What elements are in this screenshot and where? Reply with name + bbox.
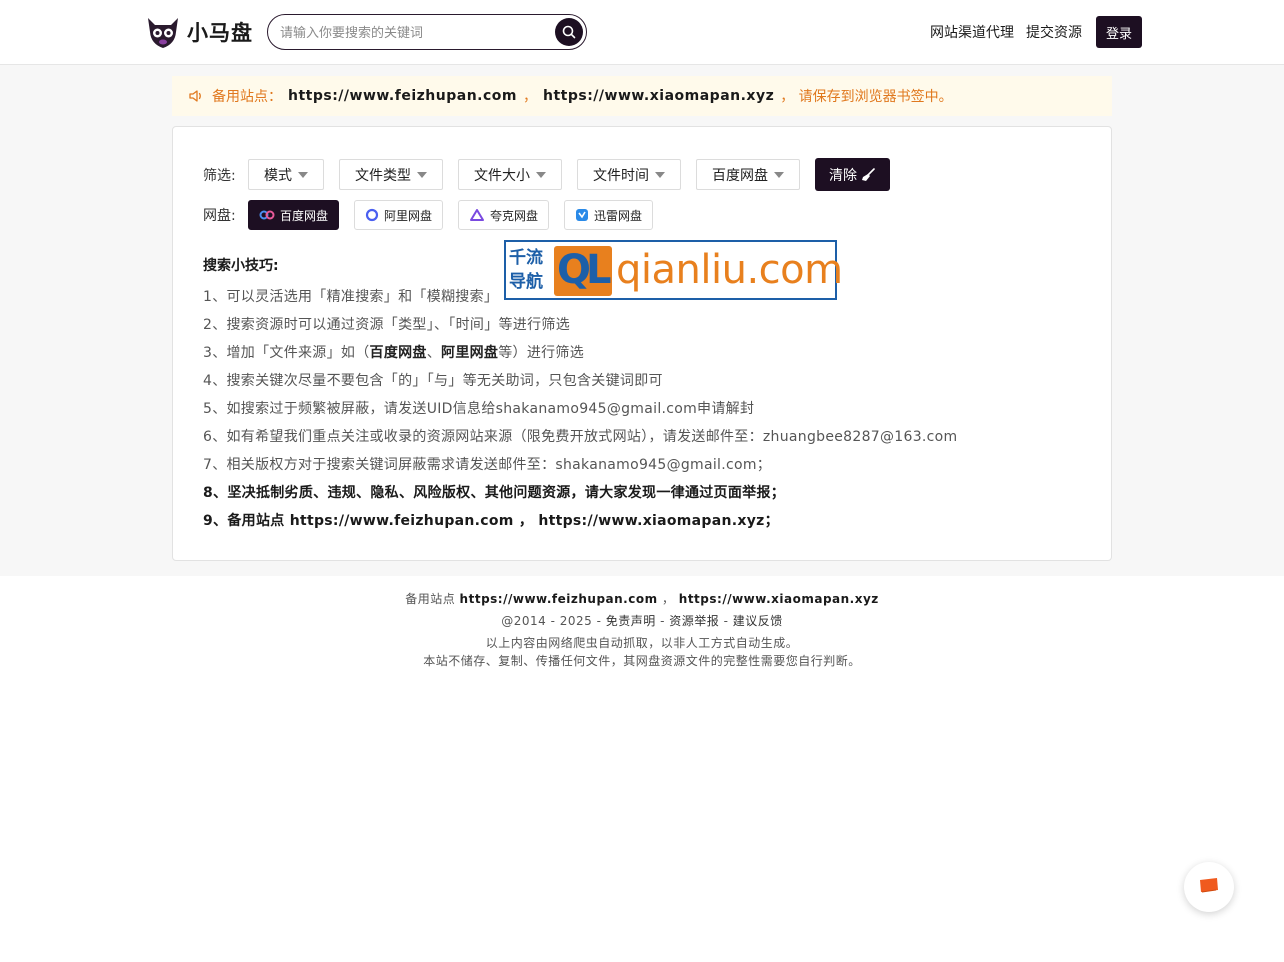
caret-down-icon (298, 171, 308, 178)
disk-quark-label: 夸克网盘 (490, 208, 539, 223)
footer-url-1[interactable]: https://www.feizhupan.com (460, 592, 658, 606)
site-logo[interactable]: 小马盘 (145, 14, 253, 50)
filter-filetype-dropdown[interactable]: 文件类型 (339, 159, 443, 190)
login-button[interactable]: 登录 (1096, 16, 1142, 48)
footer-disclaimer-2: 本站不储存、复制、传播任何文件，其网盘资源文件的完整性需要您自行判断。 (423, 654, 861, 668)
tip-5: 5、如搜索过于频繁被屏蔽，请发送UID信息给shakanamo945@gmail… (203, 401, 755, 417)
top-nav: 网站渠道代理 提交资源 登录 (930, 16, 1142, 48)
ad-ql-l: L (586, 247, 612, 293)
horse-logo-icon (148, 18, 178, 48)
notice-prefix: 备用站点： (212, 89, 282, 105)
disk-aliyun-button[interactable]: 阿里网盘 (354, 200, 444, 230)
footer-backup-line: 备用站点 https://www.feizhupan.com ， https:/… (0, 590, 1284, 608)
footer-disclaimer-1: 以上内容由网络爬虫自动抓取，以非人工方式自动生成。 (485, 636, 799, 650)
notice-suffix: ， 请保存到浏览器书签中。 (780, 89, 953, 105)
baidu-icon (259, 210, 275, 220)
footer-copyright: @2014 - 2025 - (501, 614, 602, 628)
nav-channel-agent[interactable]: 网站渠道代理 (930, 22, 1014, 42)
clear-label: 清除 (829, 167, 857, 184)
footer-dash-2: - (723, 614, 729, 628)
notice-url-1[interactable]: https://www.feizhupan.com (288, 88, 517, 104)
filter-row: 筛选: 模式 文件类型 文件大小 文件时间 百度网盘 清除 (203, 158, 890, 191)
footer-report-link[interactable]: 资源举报 (669, 614, 719, 628)
tip-7: 7、相关版权方对于搜索关键词屏蔽需求请发送邮件至：shakanamo945@gm… (203, 457, 772, 473)
ad-line-2: 导航 (509, 272, 543, 292)
filter-filetime-dropdown[interactable]: 文件时间 (577, 159, 681, 190)
nav-submit-resource[interactable]: 提交资源 (1026, 22, 1082, 42)
search-button[interactable] (555, 18, 583, 46)
page-footer: 备用站点 https://www.feizhupan.com ， https:/… (0, 590, 1284, 670)
search-box (267, 14, 587, 50)
footer-feedback-link[interactable]: 建议反馈 (733, 614, 783, 628)
top-header: 小马盘 网站渠道代理 提交资源 登录 (0, 0, 1284, 65)
filter-label: 筛选: (203, 167, 236, 184)
footer-disclaimer-link[interactable]: 免责声明 (606, 614, 656, 628)
ad-ql-logo: Q L (554, 246, 612, 296)
tip-3: 3、增加「文件来源」如（百度网盘、阿里网盘等）进行筛选 (203, 339, 957, 367)
tip-3-text-c: 、 (426, 345, 442, 361)
site-name: 小马盘 (187, 21, 253, 45)
caret-down-icon (655, 171, 665, 178)
feedback-float-button[interactable] (1184, 862, 1234, 912)
qianliu-ad-banner[interactable]: 千流 导航 Q L qianliu.com (504, 240, 843, 300)
tip-2: 2、搜索资源时可以通过资源「类型」、「时间」等进行筛选 (203, 317, 571, 333)
tip-3-text-a: 3、增加「文件来源」如（ (203, 345, 370, 361)
footer-url-2[interactable]: https://www.xiaomapan.xyz (679, 592, 879, 606)
caret-down-icon (417, 171, 427, 178)
caret-down-icon (536, 171, 546, 178)
ad-domain: qianliu.com (616, 247, 843, 293)
search-icon (562, 25, 576, 39)
tip-6: 6、如有希望我们重点关注或收录的资源网站来源（限免费开放式网站），请发送邮件至：… (203, 429, 958, 445)
ad-left-text: 千流 导航 (509, 246, 551, 294)
xunlei-icon (576, 209, 589, 221)
flag-icon (1200, 878, 1218, 893)
disk-baidu-button[interactable]: 百度网盘 (248, 200, 340, 230)
footer-backup-prefix: 备用站点 (405, 592, 456, 606)
ad-line-1: 千流 (509, 248, 543, 268)
tip-3-baidu: 百度网盘 (369, 345, 427, 361)
disk-baidu-label: 百度网盘 (280, 208, 329, 223)
search-input[interactable] (280, 23, 540, 43)
filter-filesize-dropdown[interactable]: 文件大小 (458, 159, 562, 190)
filter-disk-dropdown[interactable]: 百度网盘 (696, 159, 800, 190)
dropdown-label: 文件大小 (474, 167, 530, 184)
footer-links-line: @2014 - 2025 - 免责声明 - 资源举报 - 建议反馈 (0, 612, 1284, 630)
filter-mode-dropdown[interactable]: 模式 (248, 159, 324, 190)
disk-quark-button[interactable]: 夸克网盘 (458, 200, 550, 230)
disk-row: 网盘: 百度网盘 阿里网盘 夸克网盘 迅雷网盘 (203, 200, 668, 230)
tip-3-aliyun: 阿里网盘 (441, 345, 499, 361)
dropdown-label: 文件类型 (355, 167, 411, 184)
footer-dash-1: - (660, 614, 665, 628)
dropdown-label: 文件时间 (593, 167, 649, 184)
tip-3-text-e: 等）进行筛选 (498, 345, 585, 361)
search-card: 筛选: 模式 文件类型 文件大小 文件时间 百度网盘 清除 网盘: 百度网盘 阿… (172, 126, 1112, 561)
backup-notice: 备用站点： https://www.feizhupan.com ， https:… (172, 76, 1112, 116)
quark-icon (470, 209, 485, 221)
dropdown-label: 模式 (264, 167, 292, 184)
dropdown-label: 百度网盘 (712, 167, 768, 184)
disk-aliyun-label: 阿里网盘 (384, 208, 433, 223)
speaker-icon (189, 90, 201, 102)
tip-9: 9、备用站点 https://www.feizhupan.com ， https… (203, 513, 779, 529)
aliyun-icon (365, 208, 379, 222)
footer-sep: ， (661, 592, 675, 606)
disk-xunlei-label: 迅雷网盘 (594, 208, 643, 223)
notice-sep: ， (522, 89, 537, 105)
clear-filters-button[interactable]: 清除 (815, 158, 890, 191)
notice-url-2[interactable]: https://www.xiaomapan.xyz (543, 88, 774, 104)
caret-down-icon (774, 171, 784, 178)
disk-xunlei-button[interactable]: 迅雷网盘 (564, 200, 654, 230)
disk-label: 网盘: (203, 208, 236, 224)
tip-8: 8、坚决抵制劣质、违规、隐私、风险版权、其他问题资源，请大家发现一律通过页面举报… (203, 485, 786, 501)
broom-icon (862, 167, 875, 181)
tip-4: 4、搜索关键次尽量不要包含「的」「与」等无关助词，只包含关键词即可 (203, 373, 663, 389)
